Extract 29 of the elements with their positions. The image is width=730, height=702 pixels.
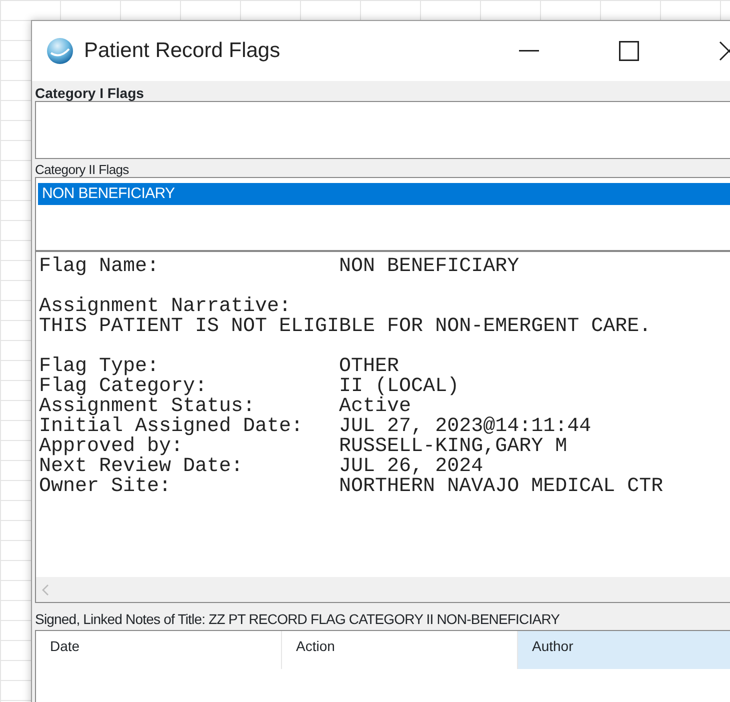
field-label: Owner Site: [39, 477, 172, 497]
window-title: Patient Record Flags [84, 38, 280, 64]
section-label: Category II Flags [34, 161, 130, 177]
field-value: NON BENEFICIARY [339, 257, 520, 277]
section-label: Signed, Linked Notes of Title: ZZ PT RECORD FLAG CATEGORY II NON-BENEFICIARY [34, 610, 561, 629]
list-item[interactable]: NON BENEFICIARY [38, 183, 730, 205]
section-label: Category I Flags [34, 84, 145, 101]
field-value: JUL 26, 2024 [339, 457, 484, 477]
field-value: JUL 27, 2023@14:11:44 [339, 417, 592, 437]
maximize-icon [619, 41, 639, 61]
field-label: Approved by: [39, 437, 184, 457]
field-value: OTHER [339, 357, 400, 377]
field-label: Flag Category: [39, 377, 208, 397]
field-label: Assignment Narrative: [39, 297, 292, 317]
field-value: NORTHERN NAVAJO MEDICAL CTR [339, 477, 664, 497]
app-icon [46, 37, 74, 65]
field-label: Assignment Status: [39, 397, 256, 417]
field-label: Flag Name: [39, 257, 160, 277]
horizontal-scrollbar[interactable] [36, 577, 730, 602]
scroll-left-icon[interactable] [42, 584, 49, 596]
field-label: Next Review Date: [39, 457, 244, 477]
narrative-text: THIS PATIENT IS NOT ELIGIBLE FOR NON-EMERGENT CARE. [39, 317, 652, 337]
field-value: Active [339, 397, 412, 417]
field-label: Initial Assigned Date: [39, 417, 304, 437]
column-header[interactable]: Author [518, 631, 730, 669]
field-label: Flag Type: [39, 357, 160, 377]
field-value: II (LOCAL) [339, 377, 460, 397]
field-value: RUSSELL-KING,GARY M [339, 437, 568, 457]
minimize-icon [519, 50, 539, 52]
